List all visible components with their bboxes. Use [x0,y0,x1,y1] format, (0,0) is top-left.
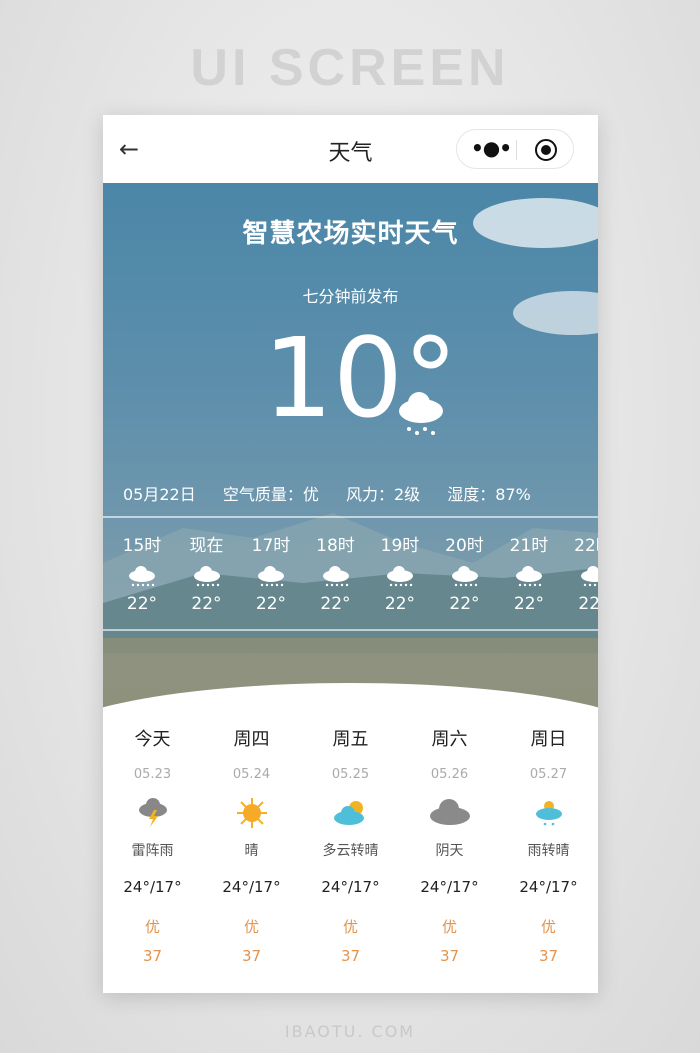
humidity: 湿度：87% [447,485,531,504]
hour-label: 17时 [251,536,291,556]
divider [103,629,598,631]
publish-time: 七分钟前发布 [302,287,399,306]
rain-icon [433,566,497,588]
day-weather: 雷阵雨 [131,843,174,859]
landscape-background [103,198,598,743]
hour-label: 20时 [445,536,484,556]
day-temp: 24°/17° [519,878,578,896]
hour-temp: 22° [513,594,545,614]
wind: 风力：2级 [345,485,421,504]
hour-label: 22时 [574,536,598,556]
rain-icon [562,566,598,588]
day-aqi: 37 [241,947,262,965]
partly-cloudy-icon [301,796,400,830]
rain-icon [110,566,174,588]
day-item[interactable]: 周五 05.25 多云转晴 24°/17° 优 37 [301,725,400,965]
hour-label: 15时 [122,536,162,556]
day-name: 周日 [530,729,567,750]
day-quality: 优 [540,918,556,936]
day-name: 周五 [332,729,369,750]
day-date: 05.25 [331,767,370,782]
hourly-item: 现在 22° [175,531,239,614]
day-item[interactable]: 周日 05.27 雨转晴 24°/17° 优 37 [499,725,598,965]
hourly-item: 22时 22° [562,531,598,614]
date: 05月22日 [123,485,196,504]
day-temp: 24°/17° [123,878,182,896]
air-quality: 空气质量：优 [222,485,319,504]
hourly-item: 19时 22° [368,531,432,614]
hour-temp: 22° [320,594,351,614]
hour-label: 19时 [380,536,420,556]
day-weather: 阴天 [435,843,464,859]
day-name: 周四 [233,729,270,750]
rain-to-sun-icon [499,796,598,830]
hour-label: 21时 [509,536,549,556]
divider [516,140,517,160]
day-item[interactable]: 周四 05.24 晴 24°/17° 优 37 [202,725,301,965]
day-temp: 24°/17° [222,878,281,896]
divider [103,516,598,518]
day-quality: 优 [144,918,160,936]
hour-temp: 22° [578,594,598,614]
day-aqi: 37 [340,947,361,965]
hour-temp: 22° [255,594,287,614]
hourly-item: 20时 22° [433,531,497,614]
hourly-item: 21时 22° [497,531,561,614]
day-quality: 优 [342,918,358,936]
day-temp: 24°/17° [420,878,479,896]
day-quality: 优 [243,918,259,936]
phone-screen: ← 天气 •●• 智慧农场实时天气 七分钟前发布 10° 05月22日 空气质量… [103,115,598,993]
target-icon[interactable] [535,139,557,161]
sun-icon [202,796,301,830]
day-name: 今天 [134,729,171,750]
hourly-item: 17时 22° [239,531,303,614]
nav-bar: ← 天气 •●• [103,115,598,183]
hour-label: 现在 [189,536,224,556]
weather-summary: 05月22日 空气质量：优 风力：2级 湿度：87% [123,481,553,505]
day-date: 05.27 [529,767,568,782]
day-aqi: 37 [538,947,559,965]
day-date: 05.26 [430,767,469,782]
hour-label: 18时 [316,536,355,556]
hero-title: 智慧农场实时天气 [242,219,459,249]
day-name: 周六 [431,729,468,750]
rain-icon [239,566,303,588]
day-aqi: 37 [142,947,163,965]
more-dots-icon[interactable]: •●• [471,136,512,160]
rain-icon [368,566,432,588]
day-temp: 24°/17° [321,878,380,896]
hour-temp: 22° [191,594,222,614]
day-quality: 优 [441,918,457,936]
hour-temp: 22° [126,594,158,614]
day-weather: 雨转晴 [527,843,570,859]
hour-temp: 22° [449,594,480,614]
day-aqi: 37 [439,947,460,965]
weather-hero: 智慧农场实时天气 七分钟前发布 10° 05月22日 空气质量：优 风力：2级 … [103,183,598,743]
rain-cloud-icon [399,392,443,435]
day-weather: 晴 [244,843,259,859]
day-item[interactable]: 周六 05.26 阴天 24°/17° 优 37 [400,725,499,965]
day-item[interactable]: 今天 05.23 雷阵雨 24°/17° 优 37 [103,725,202,965]
day-date: 05.24 [232,767,271,782]
brand-title: UI SCREEN [190,39,510,97]
hourly-item: 18时 22° [304,531,368,614]
rain-icon [304,566,368,588]
rain-icon [497,566,561,588]
day-weather: 多云转晴 [322,843,379,859]
thunderstorm-icon [103,796,202,830]
mini-program-capsule: •●• [456,129,574,169]
day-date: 05.23 [133,767,172,782]
hour-temp: 22° [384,594,416,614]
rain-icon [175,566,239,588]
overcast-icon [400,796,499,830]
hourly-item: 15时 22° [110,531,174,614]
footer-watermark: IBAOTU. COM [284,1022,416,1041]
